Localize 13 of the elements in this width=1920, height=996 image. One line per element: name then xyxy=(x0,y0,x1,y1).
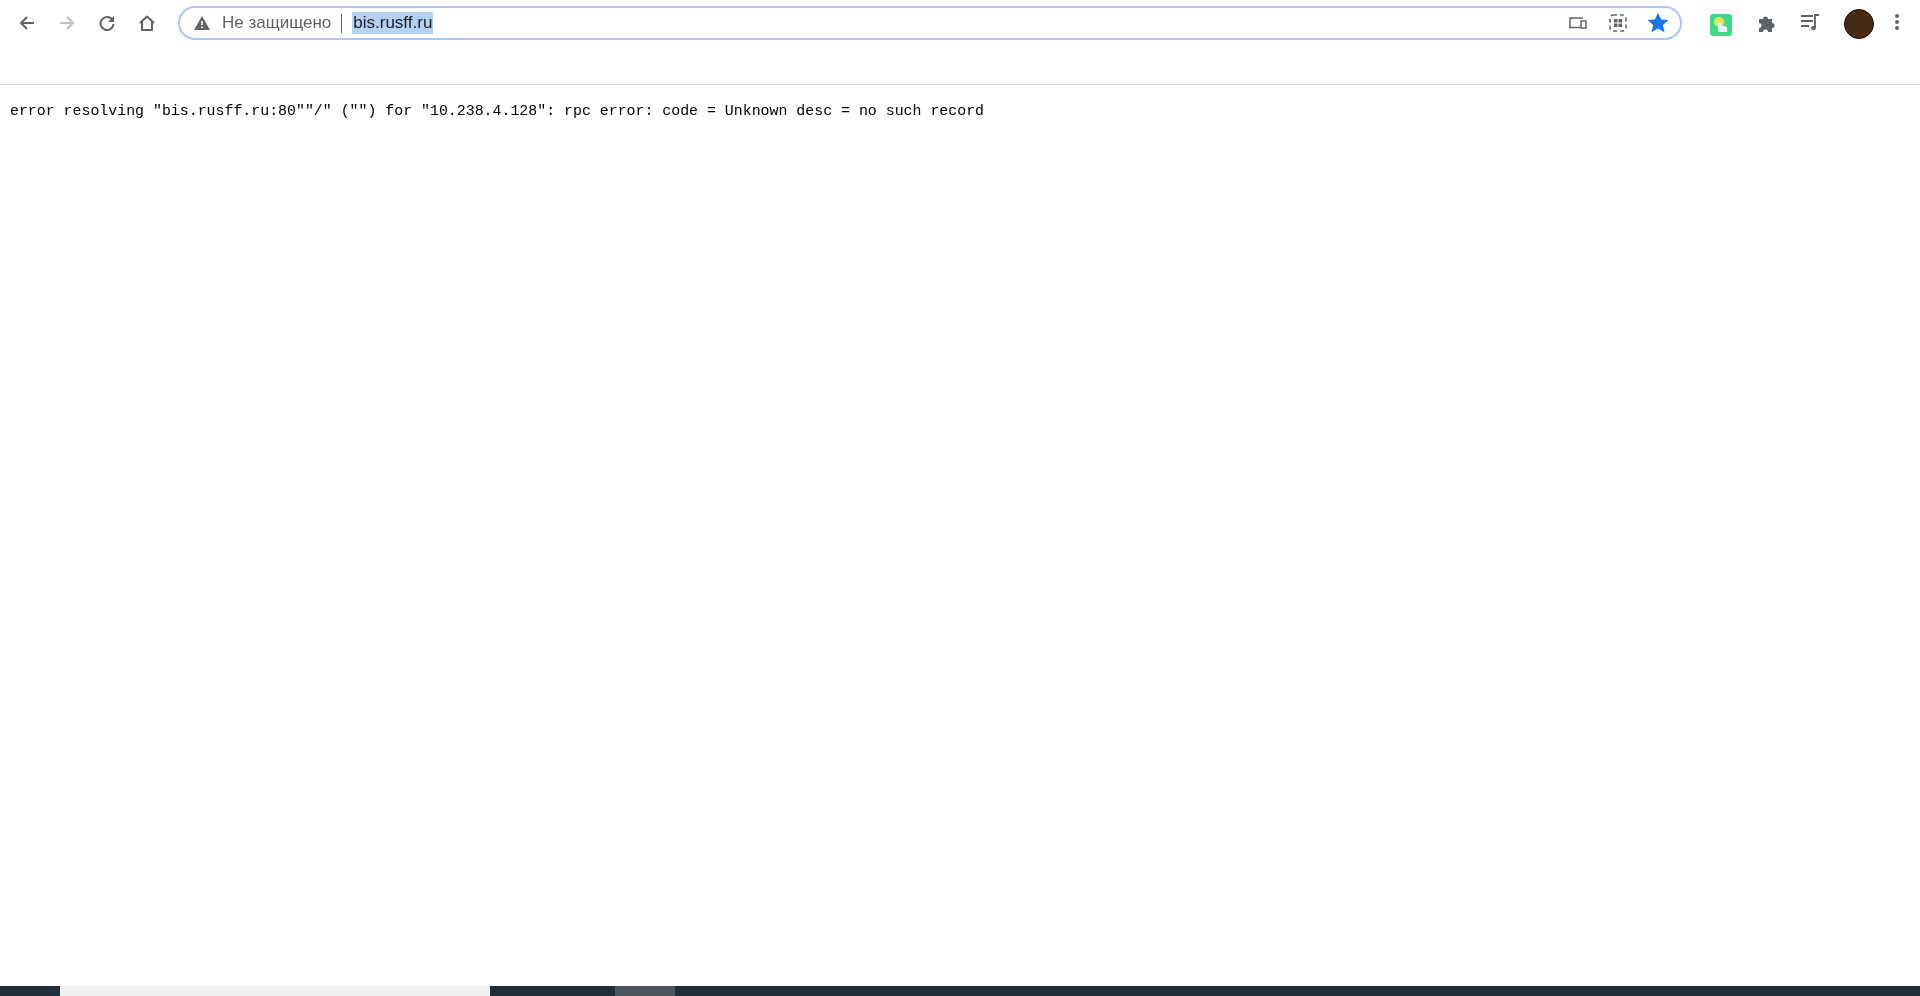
reload-icon[interactable] xyxy=(97,13,117,33)
error-message: error resolving "bis.rusff.ru:80""/" ("") for "10.238.4.128": rpc error: code = Unknown desc = no such record xyxy=(10,103,985,119)
security-label: Не защищено xyxy=(222,13,332,33)
media-playlist-icon[interactable] xyxy=(1800,13,1822,31)
warning-icon xyxy=(194,16,210,30)
address-bar[interactable]: Не защищено bis.rusff.ru xyxy=(178,6,1682,40)
profile-avatar[interactable] xyxy=(1844,9,1874,39)
home-icon[interactable] xyxy=(137,13,157,33)
grid-icon[interactable] xyxy=(1608,13,1628,33)
menu-icon[interactable] xyxy=(1894,13,1900,31)
bookmark-star-icon[interactable] xyxy=(1648,13,1668,33)
cast-icon[interactable] xyxy=(1568,15,1588,31)
url-text: bis.rusff.ru xyxy=(352,12,434,34)
